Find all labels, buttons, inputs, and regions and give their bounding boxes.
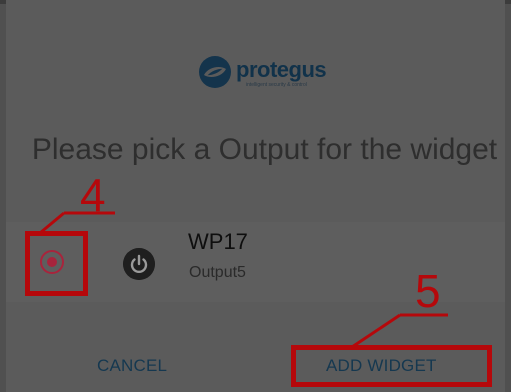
annotation-box-radio: [25, 231, 88, 296]
dialog-title: Please pick a Output for the widget: [31, 133, 498, 166]
cancel-button[interactable]: CANCEL: [97, 356, 167, 376]
annotation-number-5: 5: [415, 265, 441, 317]
logo-wordmark: protegus: [236, 57, 327, 82]
protegus-logo-icon: [199, 56, 231, 88]
annotation-number-4: 4: [80, 169, 106, 221]
output-device-name: WP17: [188, 229, 248, 254]
annotation-box-add-widget: [291, 345, 492, 387]
logo-tagline: intelligent security & control: [246, 82, 307, 88]
protegus-logo: protegus intelligent security & control: [198, 55, 338, 91]
power-icon: [123, 248, 155, 280]
output-name: Output5: [189, 264, 246, 281]
